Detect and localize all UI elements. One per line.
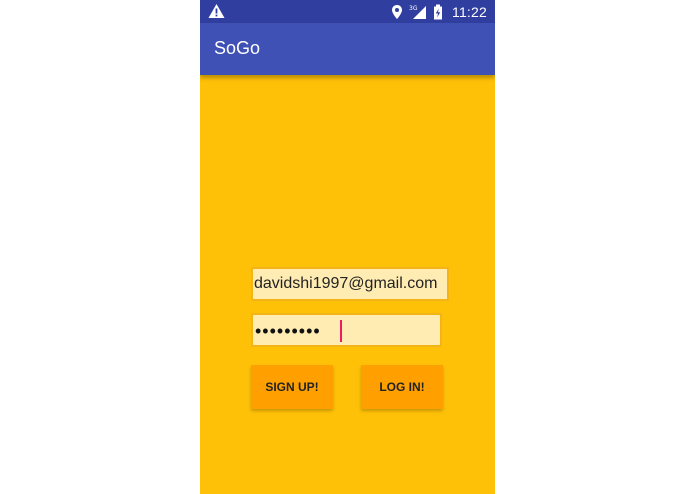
status-bar: 3G 11:22: [200, 0, 495, 23]
warning-icon: [208, 3, 225, 19]
email-value: davidshi1997@gmail.com: [254, 275, 438, 292]
status-icons: 3G 11:22: [391, 0, 487, 23]
app-title: SoGo: [214, 38, 261, 58]
network-label: 3G: [409, 5, 418, 12]
location-icon: [391, 4, 403, 20]
password-value: •••••••••: [255, 321, 321, 341]
app-screen: 3G 11:22 SoGo davidshi1997@gmail.com •••…: [200, 0, 495, 494]
battery-icon: [433, 4, 443, 20]
email-field[interactable]: davidshi1997@gmail.com: [251, 267, 449, 301]
signal-icon: 3G: [409, 4, 427, 20]
log-in-button[interactable]: LOG IN!: [361, 365, 443, 409]
password-field[interactable]: •••••••••: [251, 313, 442, 347]
status-time: 11:22: [452, 3, 487, 20]
text-cursor: [340, 320, 342, 342]
sign-up-button[interactable]: SIGN UP!: [251, 365, 333, 409]
app-bar: SoGo: [200, 23, 495, 75]
